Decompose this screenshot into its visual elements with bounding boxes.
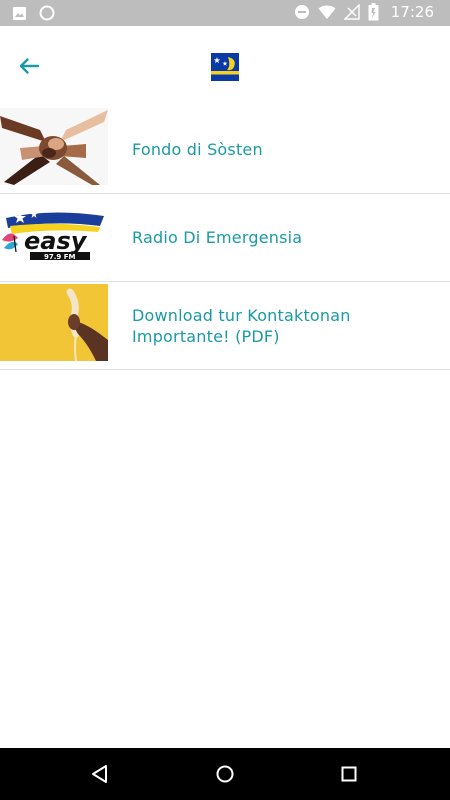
status-notifications	[12, 5, 55, 21]
do-not-disturb-icon	[294, 5, 309, 19]
list-item-label: Download tur Kontaktonan Importante! (PD…	[132, 305, 351, 346]
joined-hands-image	[0, 108, 108, 185]
system-nav-bar	[0, 748, 450, 800]
list-item-radio-di-emergensia[interactable]: easy 97.9 FM Radio Di Emergensia	[0, 194, 450, 282]
easy-97-9-fm-logo: easy 97.9 FM	[0, 196, 108, 273]
svg-text:easy: easy	[24, 227, 88, 255]
list-item-download-kontaktonan[interactable]: Download tur Kontaktonan Importante! (PD…	[0, 282, 450, 370]
list-item-label: Radio Di Emergensia	[132, 228, 303, 247]
no-signal-icon	[343, 4, 360, 20]
circle-icon	[39, 5, 55, 21]
wifi-icon	[318, 5, 336, 19]
menu-list: Fondo di Sòsten easy 97.9 FM Radio Di Em…	[0, 106, 450, 370]
status-indicators: 17:26	[294, 3, 434, 21]
recents-square-icon	[341, 766, 357, 782]
back-button[interactable]	[12, 49, 46, 83]
app-bar	[0, 26, 450, 106]
back-triangle-icon	[92, 765, 107, 783]
status-time: 17:26	[390, 3, 434, 21]
status-bar: 17:26	[0, 0, 450, 26]
nav-home-button[interactable]	[212, 761, 238, 787]
phone-handset-image	[0, 284, 108, 361]
nav-back-button[interactable]	[87, 761, 113, 787]
nav-recents-button[interactable]	[336, 761, 362, 787]
arrow-left-icon	[19, 58, 40, 74]
list-item-label: Fondo di Sòsten	[132, 140, 263, 159]
svg-text:97.9 FM: 97.9 FM	[44, 253, 75, 261]
list-item-fondo-di-sosten[interactable]: Fondo di Sòsten	[0, 106, 450, 194]
image-icon	[13, 6, 26, 20]
curacao-flag-logo	[211, 53, 239, 81]
home-circle-icon	[216, 765, 234, 783]
battery-icon	[368, 3, 379, 21]
